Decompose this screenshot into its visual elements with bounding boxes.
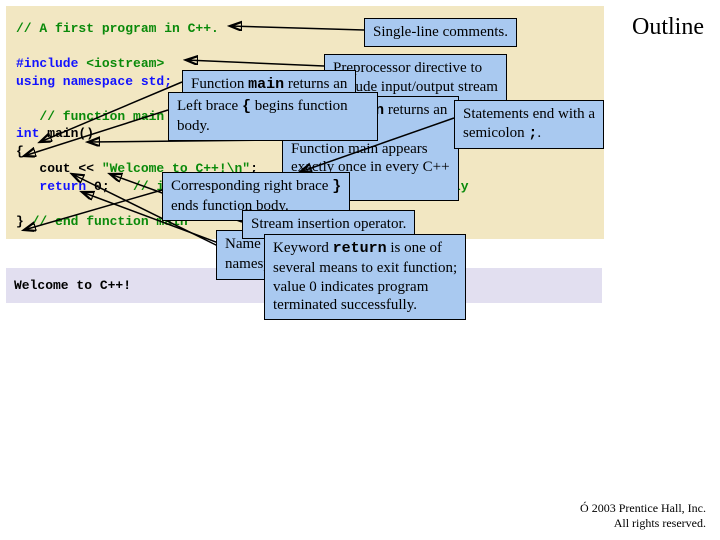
code-cout: cout << (16, 161, 102, 176)
callout-main-line3: Function main appears (291, 141, 428, 157)
code-lbrace: { (16, 144, 24, 159)
callout-ret-1b: return (333, 240, 387, 257)
code-include-header: <iostream> (86, 56, 164, 71)
callout-ret-1c: is one of (387, 240, 442, 256)
code-main-sig: main() (39, 126, 94, 141)
code-int: int (16, 126, 39, 141)
callout-lb-1b: { (242, 98, 251, 115)
copyright: Ó 2003 Prentice Hall, Inc. All rights re… (580, 501, 706, 530)
callout-ret-3: value 0 indicates program (273, 279, 428, 295)
callout-semicolon: Statements end with a semicolon ;. (454, 100, 604, 149)
callout-mainret-1b: main (248, 76, 284, 93)
outline-heading: Outline (632, 14, 704, 41)
callout-ret-1a: Keyword (273, 240, 333, 256)
code-include-keyword: #include (16, 56, 78, 71)
callout-left-brace: Left brace { begins function body. (168, 92, 378, 141)
code-zero: 0 (94, 179, 102, 194)
callout-semi-l2c: . (537, 125, 541, 141)
callout-ret-4: terminated successfully. (273, 297, 417, 313)
code-semicolon2: ; (102, 179, 133, 194)
code-rbrace: } (16, 214, 32, 229)
copyright-line1: Ó 2003 Prentice Hall, Inc. (580, 501, 706, 515)
callout-main-line1c: returns an (384, 102, 447, 118)
callout-mainret-1a: Function (191, 76, 248, 92)
callout-semi-l2a: semicolon (463, 125, 528, 141)
callout-lb-1a: Left brace (177, 98, 242, 114)
callout-return: Keyword return is one of several means t… (264, 234, 466, 320)
code-using-namespace: using namespace std; (16, 74, 172, 89)
code-return: return (16, 179, 94, 194)
callout-semi-l1: Statements end with a (463, 106, 595, 122)
code-line-1: // A first program in C++. (16, 21, 219, 36)
copyright-line2: All rights reserved. (614, 516, 706, 530)
callout-lb-1c: begins function (251, 98, 348, 114)
callout-single-line-text: Single-line comments. (373, 24, 508, 40)
callout-stream-text: Stream insertion operator. (251, 216, 406, 232)
callout-single-line: Single-line comments. (364, 18, 517, 47)
callout-mainret-1c: returns an (284, 76, 347, 92)
callout-ret-2: several means to exit function; (273, 260, 457, 276)
callout-rb-1b: } (332, 178, 341, 195)
callout-lb-2: body. (177, 118, 210, 134)
callout-rb-1a: Corresponding right brace (171, 178, 332, 194)
